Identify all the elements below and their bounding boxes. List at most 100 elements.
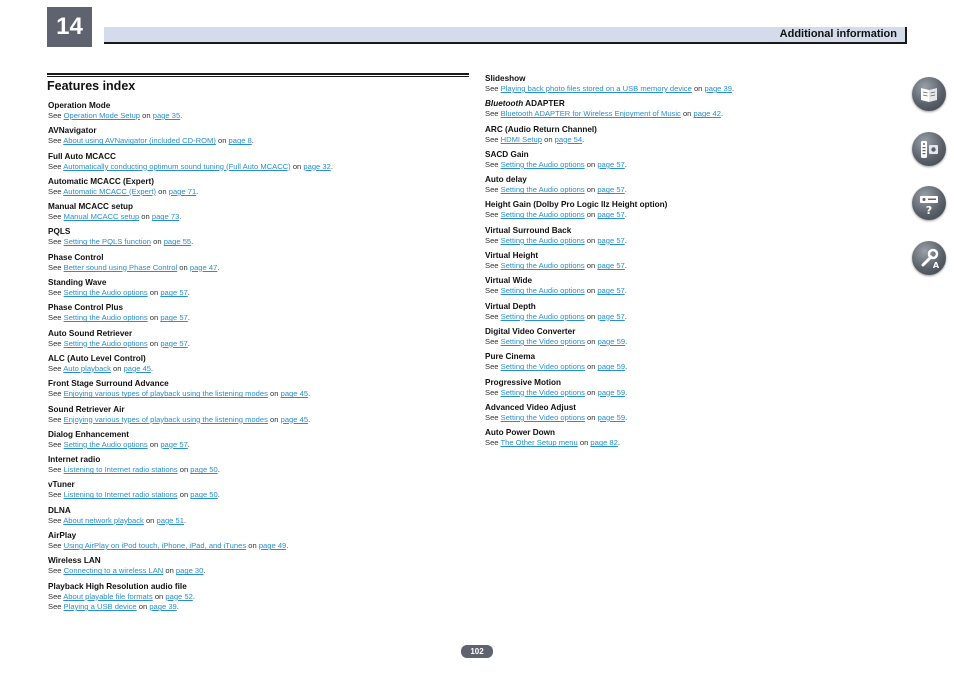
page-link[interactable]: page 57 [597,236,624,245]
index-entry: Playback High Resolution audio file See A… [48,581,468,611]
page-link[interactable]: page 30 [176,566,203,575]
topic-link[interactable]: Auto playback [63,364,111,373]
entry-title: Operation Mode [48,100,468,111]
receiver-question-icon[interactable]: ? [912,186,946,220]
topic-link[interactable]: Playing back photo files stored on a USB… [501,84,692,93]
page-link[interactable]: page 59 [598,388,625,397]
topic-link[interactable]: Automatically conducting optimum sound t… [63,162,291,171]
topic-link[interactable]: Setting the Video options [501,362,585,371]
page-link[interactable]: page 50 [190,490,217,499]
topic-link[interactable]: Setting the Audio options [501,160,585,169]
topic-link[interactable]: Listening to Internet radio stations [64,490,178,499]
period: . [187,288,190,298]
page-link[interactable]: page 57 [597,312,624,321]
svg-text:?: ? [926,204,932,217]
topic-link[interactable]: Setting the Video options [501,413,585,422]
topic-link[interactable]: Setting the Audio options [64,339,148,348]
topic-link[interactable]: Listening to Internet radio stations [64,465,178,474]
topic-link[interactable]: Setting the Audio options [501,286,585,295]
see-prefix: See [485,185,501,195]
page-link[interactable]: page 57 [597,210,624,219]
page-link[interactable]: page 49 [259,541,286,550]
topic-link[interactable]: Setting the Audio options [64,288,148,297]
entry-title: PQLS [48,226,468,237]
entry-title: Advanced Video Adjust [485,402,905,413]
topic-link[interactable]: Setting the Audio options [501,261,585,270]
topic-link[interactable]: Using AirPlay on iPod touch, iPhone, iPa… [64,541,247,550]
page-link[interactable]: page 54 [555,135,582,144]
see-prefix: See [48,212,64,222]
page-link[interactable]: page 57 [160,313,187,322]
entry-reference: See Bluetooth ADAPTER for Wireless Enjoy… [485,109,905,119]
topic-link[interactable]: Setting the PQLS function [64,237,151,246]
page-link[interactable]: page 39 [149,602,176,611]
page-link[interactable]: page 57 [597,261,624,270]
page-link[interactable]: page 45 [124,364,151,373]
page-link[interactable]: page 52 [165,592,192,601]
page-link[interactable]: page 59 [598,362,625,371]
topic-link[interactable]: Connecting to a wireless LAN [64,566,164,575]
page-link[interactable]: page 57 [160,288,187,297]
topic-link[interactable]: About network playback [63,516,144,525]
topic-link[interactable]: Setting the Audio options [501,210,585,219]
page-link[interactable]: page 42 [694,109,721,118]
see-prefix: See [48,439,64,449]
page-link[interactable]: page 8 [229,136,252,145]
page-link[interactable]: page 55 [164,237,191,246]
index-entry: Full Auto MCACC See Automatically conduct… [48,151,468,176]
entry-reference: See Setting the Audio options on page 57… [485,236,905,246]
topic-link[interactable]: HDMI Setup [501,135,542,144]
topic-link[interactable]: Manual MCACC setup [64,212,140,221]
period: . [330,161,333,171]
page-link[interactable]: page 82 [590,438,617,447]
remote-icon[interactable] [912,132,946,166]
page-link[interactable]: page 59 [598,337,625,346]
entry-reference: See Setting the Audio options on page 57… [48,288,468,298]
topic-link[interactable]: Playing a USB device [64,602,137,611]
page-link[interactable]: page 32 [303,162,330,171]
topic-link[interactable]: Operation Mode Setup [64,111,140,120]
page-link[interactable]: page 50 [190,465,217,474]
topic-link[interactable]: About playable file formats [63,592,153,601]
topic-link[interactable]: Automatic MCACC (Expert) [63,187,156,196]
page-link[interactable]: page 39 [705,84,732,93]
topic-link[interactable]: Enjoying various types of playback using… [64,415,268,424]
topic-link[interactable]: Setting the Audio options [64,313,148,322]
page-link[interactable]: page 71 [169,187,196,196]
page-link[interactable]: page 45 [281,389,308,398]
page-link[interactable]: page 57 [597,185,624,194]
page-link[interactable]: page 57 [597,160,624,169]
page-link[interactable]: page 57 [597,286,624,295]
entry-title: Auto Power Down [485,427,905,438]
page-link[interactable]: page 45 [281,415,308,424]
topic-link[interactable]: Enjoying various types of playback using… [64,389,268,398]
index-entry: Virtual Wide See Setting the Audio option… [485,275,905,300]
page-link[interactable]: page 57 [160,339,187,348]
wrench-icon[interactable]: A [912,241,946,275]
entry-title-text: Digital Video Converter [485,326,576,336]
entry-reference: See Setting the Audio options on page 57… [48,339,468,349]
topic-link[interactable]: Setting the Audio options [501,185,585,194]
page-link[interactable]: page 51 [157,516,184,525]
page-link[interactable]: page 73 [152,212,179,221]
topic-link[interactable]: Setting the Audio options [501,236,585,245]
topic-link[interactable]: Setting the Video options [501,388,585,397]
topic-link[interactable]: Setting the Audio options [64,440,148,449]
period: . [625,362,628,372]
topic-link[interactable]: Setting the Audio options [501,312,585,321]
book-icon[interactable] [912,77,946,111]
page-link[interactable]: page 57 [160,440,187,449]
entry-title-text: Sound Retriever Air [48,404,125,414]
page-link[interactable]: page 35 [153,111,180,120]
topic-link[interactable]: Better sound using Phase Control [64,263,178,272]
topic-link[interactable]: About using AVNavigator (included CD-ROM… [63,136,216,145]
topic-link[interactable]: Bluetooth ADAPTER for Wireless Enjoyment… [501,109,681,118]
entry-title: Auto Sound Retriever [48,328,468,339]
see-prefix: See [485,387,501,397]
page-link[interactable]: page 59 [598,413,625,422]
index-entry: AirPlay See Using AirPlay on iPod touch, … [48,530,468,555]
topic-link[interactable]: Setting the Video options [501,337,585,346]
entry-reference: See Listening to Internet radio stations… [48,465,468,475]
page-link[interactable]: page 47 [190,263,217,272]
topic-link[interactable]: The Other Setup menu [500,438,577,447]
